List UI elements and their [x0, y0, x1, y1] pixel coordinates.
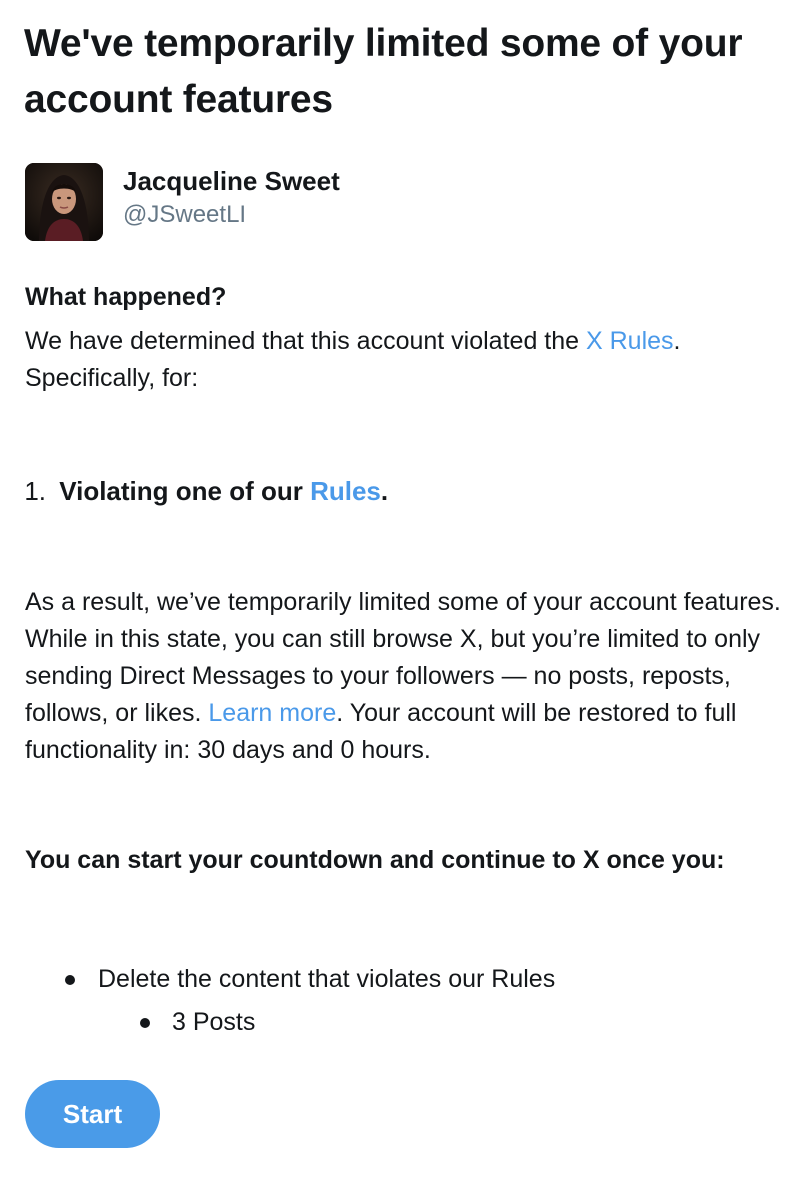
violation-list-item: 1. Violating one of our Rules. [0, 471, 388, 511]
violation-text-end: . [380, 476, 389, 506]
specifically-text: Specifically, for: [25, 364, 199, 392]
what-happened-heading: What happened? [25, 283, 227, 311]
limited-account-page: We've temporarily limited some of your a… [0, 0, 806, 1200]
countdown-heading: You can start your countdown and continu… [25, 846, 725, 874]
rules-link[interactable]: Rules [310, 476, 381, 506]
start-button[interactable]: Start [25, 1080, 160, 1148]
task-subitem: 3 Posts [172, 1008, 256, 1036]
task-list-item: Delete the content that violates our Rul… [98, 965, 556, 993]
violation-reason: Violating one of our Rules. [59, 476, 388, 506]
avatar [25, 163, 103, 241]
account-handle: @JSweetLI [123, 201, 247, 228]
learn-more-link[interactable]: Learn more [208, 699, 336, 727]
what-happened-text: We have determined that this account vio… [25, 323, 795, 397]
violation-number: 1. [24, 476, 46, 506]
result-text: As a result, we’ve temporarily limited s… [25, 584, 785, 769]
bullet-icon [140, 1018, 150, 1028]
profile-text: Jacqueline Sweet @JSweetLI [123, 163, 340, 232]
page-title: We've temporarily limited some of your a… [24, 22, 743, 121]
what-happened-text-start: We have determined that this account vio… [25, 327, 586, 355]
account-profile: Jacqueline Sweet @JSweetLI [25, 163, 340, 241]
bullet-icon [65, 975, 75, 985]
what-happened-text-end: . [673, 327, 681, 355]
display-name: Jacqueline Sweet [123, 166, 340, 196]
x-rules-link[interactable]: X Rules [586, 327, 674, 355]
profile-photo-icon [25, 163, 103, 241]
violation-text: Violating one of our [59, 476, 311, 506]
